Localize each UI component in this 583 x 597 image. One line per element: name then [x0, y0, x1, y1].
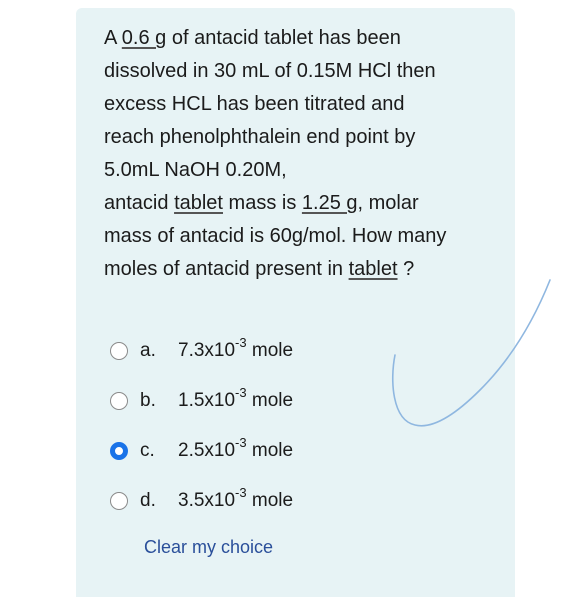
- option-label: 2.5x10-3 mole: [178, 436, 294, 462]
- underlined-word: tablet: [348, 258, 398, 280]
- radio-button[interactable]: [110, 342, 128, 360]
- option-label: 7.3x10-3 mole: [178, 336, 294, 362]
- question-line-1: A 0.6 g of antacid tablet has been: [104, 22, 504, 55]
- option-label: 1.5x10-3 mole: [178, 386, 294, 412]
- option-value: 3.5x10: [178, 490, 236, 511]
- option-letter: d.: [140, 490, 156, 511]
- option-value: 1.5x10: [178, 390, 236, 411]
- option-unit: mole: [246, 390, 294, 411]
- question-text-segment: of antacid tablet has been: [166, 27, 401, 49]
- answer-option-d[interactable]: d. 3.5x10-3 mole: [109, 476, 409, 526]
- option-exponent: -3: [235, 435, 247, 450]
- question-text-segment: , molar: [357, 192, 419, 214]
- radio-button[interactable]: [110, 492, 128, 510]
- question-text-segment: mass is: [223, 192, 302, 214]
- question-line-3: excess HCL has been titrated and: [104, 93, 405, 115]
- answer-option-a[interactable]: a. 7.3x10-3 mole: [109, 326, 409, 376]
- option-letter: c.: [140, 440, 155, 461]
- option-unit: mole: [246, 440, 294, 461]
- underlined-mass: 1.25 g: [301, 192, 358, 214]
- option-value: 7.3x10: [178, 340, 236, 361]
- question-text-segment: antacid: [104, 192, 175, 214]
- question-line-2: dissolved in 30 mL of 0.15M HCl then: [104, 60, 436, 82]
- question-text-segment: ?: [397, 258, 415, 280]
- question-text-segment: A: [104, 27, 122, 49]
- option-unit: mole: [246, 490, 294, 511]
- option-exponent: -3: [235, 335, 247, 350]
- option-label: 3.5x10-3 mole: [178, 486, 294, 512]
- answer-options: a. 7.3x10-3 mole b. 1.5x10-3 mole c. 2.5…: [109, 326, 409, 526]
- radio-button-selected[interactable]: [110, 442, 128, 460]
- question-text: A 0.6 g of antacid tablet has been disso…: [104, 22, 504, 286]
- question-line-6: antacid tablet mass is 1.25 g, molar: [104, 187, 504, 220]
- question-line-7: mass of antacid is 60g/mol. How many: [104, 225, 447, 247]
- option-exponent: -3: [235, 385, 247, 400]
- radio-button[interactable]: [110, 392, 128, 410]
- answer-option-b[interactable]: b. 1.5x10-3 mole: [109, 376, 409, 426]
- option-letter: a.: [140, 340, 156, 361]
- page: A 0.6 g of antacid tablet has been disso…: [0, 0, 583, 597]
- answer-option-c[interactable]: c. 2.5x10-3 mole: [109, 426, 409, 476]
- option-exponent: -3: [235, 485, 247, 500]
- option-letter: b.: [140, 390, 156, 411]
- clear-choice-link[interactable]: Clear my choice: [144, 537, 273, 558]
- underlined-mass: 0.6 g: [121, 27, 167, 49]
- question-line-5: 5.0mL NaOH 0.20M,: [104, 159, 287, 181]
- underlined-word: tablet: [174, 192, 223, 214]
- option-value: 2.5x10: [178, 440, 236, 461]
- question-line-4: reach phenolphthalein end point by: [104, 126, 416, 148]
- question-line-8: moles of antacid present in tablet ?: [104, 253, 504, 286]
- option-unit: mole: [246, 340, 294, 361]
- question-text-segment: moles of antacid present in: [104, 258, 349, 280]
